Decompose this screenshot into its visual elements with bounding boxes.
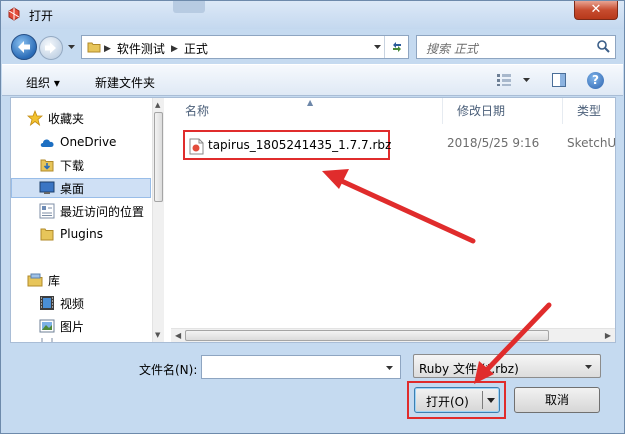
- breadcrumb-item[interactable]: 软件测试: [117, 40, 165, 57]
- folder-download-icon: [39, 157, 55, 173]
- recent-places-icon: [39, 203, 55, 219]
- cloud-icon: [39, 134, 55, 150]
- chevron-down-icon[interactable]: [385, 365, 394, 371]
- content-area: 收藏夹 OneDrive 下载 桌面 最近访问的位置 Plugins 库 视频 …: [10, 97, 616, 343]
- column-header-label: 名称: [185, 104, 210, 118]
- sidebar-item-libraries[interactable]: 库: [27, 270, 164, 290]
- cancel-button[interactable]: 取消: [514, 387, 600, 413]
- title-bar: 打开 ✕: [1, 1, 624, 29]
- column-header-date[interactable]: 修改日期: [443, 98, 563, 124]
- sidebar-item-label: 图片: [60, 319, 85, 334]
- refresh-icon: [392, 42, 401, 52]
- forward-button[interactable]: [39, 36, 63, 60]
- document-icon: [39, 338, 55, 342]
- sidebar-item-label: OneDrive: [60, 135, 117, 149]
- sidebar-item-label: Plugins: [60, 227, 103, 241]
- search-icon[interactable]: [596, 39, 611, 54]
- sidebar-item-label: 桌面: [60, 181, 85, 196]
- sort-ascending-icon: ▲: [307, 98, 314, 107]
- breadcrumb-separator-icon[interactable]: ▶: [104, 44, 111, 54]
- navigation-pane: 收藏夹 OneDrive 下载 桌面 最近访问的位置 Plugins 库 视频 …: [11, 98, 164, 342]
- navigation-scrollbar[interactable]: ▲ ▼: [152, 98, 164, 342]
- search-input[interactable]: 搜索 正式: [416, 35, 616, 59]
- new-folder-button[interactable]: 新建文件夹: [95, 74, 155, 91]
- column-header-label: 修改日期: [457, 104, 506, 118]
- chevron-down-icon: [585, 365, 592, 369]
- recent-pages-dropdown-icon[interactable]: [67, 44, 76, 50]
- folder-icon: [87, 42, 101, 53]
- sidebar-item-recent-places[interactable]: 最近访问的位置: [39, 201, 164, 221]
- column-header-type[interactable]: 类型: [563, 98, 615, 124]
- video-icon: [39, 295, 55, 311]
- file-type: SketchUp: [567, 136, 615, 150]
- star-icon: [27, 110, 43, 126]
- file-list: 名称 ▲ 修改日期 类型 tapirus_1805241435_1.7.7.rb…: [171, 98, 615, 342]
- view-options-dropdown-icon[interactable]: [522, 77, 531, 83]
- filename-label: 文件名(N):: [139, 363, 198, 377]
- navigation-bar: ▶ 软件测试 ▶ 正式 搜索 正式: [1, 32, 624, 62]
- arrow-right-icon: [45, 42, 56, 54]
- open-button[interactable]: 打开(O): [414, 387, 500, 413]
- change-view-icon[interactable]: [496, 73, 512, 87]
- open-file-dialog: 打开 ✕ ▶ 软件测试 ▶ 正式 搜索 正式 组织 ▾ 新建文件夹 ? 收藏夹 …: [0, 0, 625, 434]
- sidebar-item-partial: [39, 338, 164, 342]
- sidebar-item-pictures[interactable]: 图片: [39, 316, 164, 336]
- scroll-up-icon[interactable]: ▲: [155, 101, 160, 109]
- open-button-label: 打开(O): [426, 395, 469, 409]
- sidebar-item-label: 视频: [60, 296, 85, 311]
- sidebar-item-favorites[interactable]: 收藏夹: [27, 108, 164, 128]
- refresh-button[interactable]: [384, 36, 408, 58]
- sidebar-item-label: 最近访问的位置: [60, 204, 145, 219]
- column-header-label: 类型: [577, 104, 602, 118]
- scroll-left-icon[interactable]: ◀: [175, 331, 181, 340]
- breadcrumb-item[interactable]: 正式: [184, 40, 208, 57]
- desktop-icon: [39, 180, 55, 196]
- rbz-file-icon: [189, 138, 204, 155]
- close-button[interactable]: ✕: [574, 1, 618, 20]
- arrow-left-icon: [18, 41, 30, 53]
- sidebar-item-desktop[interactable]: 桌面: [11, 178, 151, 198]
- chevron-down-icon[interactable]: [373, 44, 382, 50]
- sidebar-item-label: 库: [48, 273, 61, 288]
- file-row-highlighted[interactable]: tapirus_1805241435_1.7.7.rbz: [183, 130, 392, 160]
- scrollbar-thumb[interactable]: [154, 112, 163, 202]
- sidebar-item-label: 收藏夹: [48, 111, 85, 126]
- file-name: tapirus_1805241435_1.7.7.rbz: [208, 138, 392, 152]
- file-list-scrollbar[interactable]: ◀ ▶: [171, 328, 615, 342]
- file-modified-date: 2018/5/25 9:16: [447, 136, 540, 150]
- chevron-down-icon[interactable]: [486, 397, 496, 404]
- breadcrumb-separator-icon[interactable]: ▶: [171, 44, 178, 54]
- library-icon: [27, 272, 43, 288]
- title-decoration: [173, 1, 205, 13]
- filename-input[interactable]: [201, 355, 401, 379]
- search-placeholder: 搜索 正式: [426, 42, 478, 56]
- sketchup-app-icon: [8, 7, 20, 21]
- split-divider: [482, 391, 483, 409]
- address-bar[interactable]: ▶ 软件测试 ▶ 正式: [81, 35, 409, 59]
- filetype-value: Ruby 文件 (*.rbz): [419, 362, 519, 376]
- sidebar-item-downloads[interactable]: 下载: [39, 155, 164, 175]
- picture-icon: [39, 318, 55, 334]
- folder-icon: [39, 226, 55, 242]
- scroll-right-icon[interactable]: ▶: [605, 331, 611, 340]
- back-button[interactable]: [11, 34, 37, 60]
- organize-button[interactable]: 组织 ▾: [26, 74, 60, 91]
- sidebar-item-videos[interactable]: 视频: [39, 293, 164, 313]
- sidebar-item-plugins[interactable]: Plugins: [39, 224, 164, 244]
- sidebar-item-onedrive[interactable]: OneDrive: [39, 132, 164, 152]
- toolbar: 组织 ▾ 新建文件夹 ?: [2, 64, 623, 96]
- scrollbar-thumb[interactable]: [185, 330, 549, 341]
- scroll-down-icon[interactable]: ▼: [155, 331, 160, 339]
- sidebar-item-label: 下载: [60, 158, 85, 173]
- breadcrumb: ▶ 软件测试 ▶ 正式: [104, 40, 208, 57]
- filetype-select[interactable]: Ruby 文件 (*.rbz): [413, 354, 601, 378]
- help-button[interactable]: ?: [587, 72, 604, 89]
- window-title: 打开: [29, 9, 54, 23]
- preview-pane-icon[interactable]: [552, 73, 566, 87]
